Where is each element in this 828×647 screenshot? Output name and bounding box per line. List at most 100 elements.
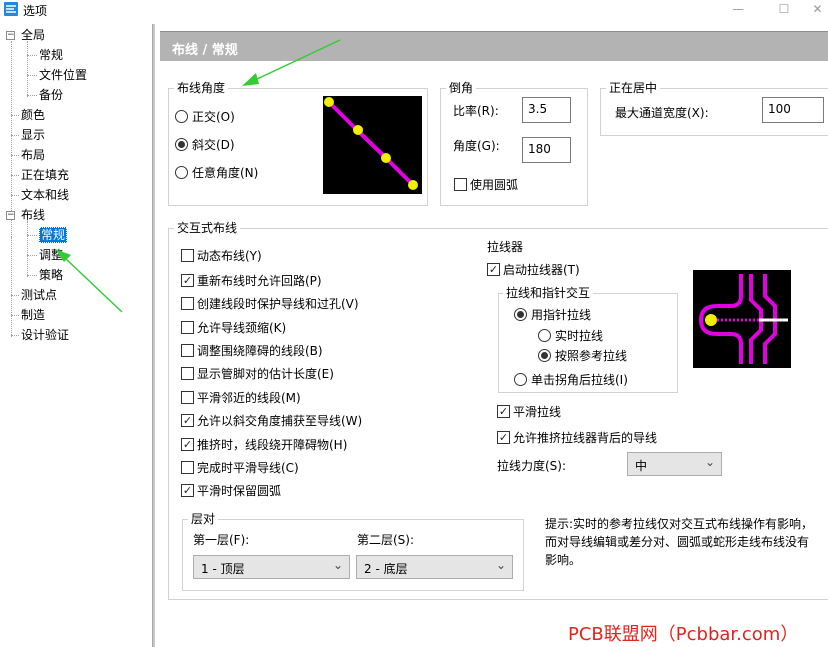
use-arc-checkbox[interactable] (454, 178, 467, 191)
tree-item-routing-general[interactable]: 常规 (39, 227, 68, 243)
rubberband-title: 拉线器 (487, 240, 524, 254)
reference-radio[interactable] (538, 349, 551, 362)
routing-angle-preview (323, 96, 422, 194)
allow-neckdown-checkbox[interactable] (181, 321, 194, 334)
strength-label: 拉线力度(S): (497, 459, 567, 473)
tree-item-global-general[interactable]: 常规 (39, 47, 63, 63)
use-arc-label[interactable]: 使用圆弧 (470, 178, 518, 192)
any-angle-radio[interactable] (175, 166, 188, 179)
tree-item-display[interactable]: 显示 (21, 127, 45, 143)
show-pin-length-checkbox[interactable] (181, 367, 194, 380)
routing-angle-title: 布线角度 (174, 81, 229, 95)
close-button[interactable]: ✕ (807, 0, 828, 20)
use-pointer-radio[interactable] (514, 308, 527, 321)
tree-item-colors[interactable]: 颜色 (21, 107, 45, 123)
enable-rubberband-label[interactable]: 启动拉线器(T) (503, 263, 580, 277)
allow-push-behind-label[interactable]: 允许推挤拉线器背后的导线 (513, 431, 657, 445)
smooth-on-complete-label[interactable]: 完成时平滑导线(C) (197, 461, 299, 475)
title-bar (0, 0, 828, 20)
reference-label[interactable]: 按照参考拉线 (555, 349, 627, 363)
tree-item-file-locations[interactable]: 文件位置 (39, 67, 87, 83)
first-layer-label: 第一层(F): (193, 533, 250, 547)
adjust-obstacles-label[interactable]: 调整围绕障碍的线段(B) (197, 344, 323, 358)
allow-loops-label[interactable]: 重新布线时允许回路(P) (197, 274, 322, 288)
chevron-down-icon: ⌄ (332, 558, 343, 572)
max-channel-input[interactable]: 100 (762, 97, 824, 123)
show-pin-length-label[interactable]: 显示管脚对的估计长度(E) (197, 367, 334, 381)
second-layer-label: 第二层(S): (357, 533, 415, 547)
window-title: 选项 (23, 4, 48, 18)
interactive-routing-title: 交互式布线 (174, 221, 241, 235)
use-pointer-label[interactable]: 用指针拉线 (531, 308, 591, 322)
first-layer-value: 1 - 顶层 (201, 562, 245, 576)
angle-input[interactable]: 180 (522, 137, 571, 163)
dynamic-routing-label[interactable]: 动态布线(Y) (197, 249, 262, 263)
tree-item-global[interactable]: 全局 (21, 27, 45, 43)
push-around-checkbox[interactable]: ✓ (181, 438, 194, 451)
diagonal-snap-checkbox[interactable]: ✓ (181, 414, 194, 427)
tree-item-adjust[interactable]: 调整 (39, 247, 63, 263)
angle-label: 角度(G): (453, 139, 500, 153)
allow-neckdown-label[interactable]: 允许导线颈缩(K) (197, 321, 286, 335)
keep-arcs-label[interactable]: 平滑时保留圆弧 (197, 484, 281, 498)
push-around-label[interactable]: 推挤时，线段绕开障碍物(H) (197, 438, 347, 452)
hint-text: 提示:实时的参考拉线仅对交互式布线操作有影响，而对导线编辑或差分对、圆弧或蛇形走… (545, 517, 814, 567)
tree-item-pour[interactable]: 正在填充 (21, 167, 69, 183)
tree-item-backup[interactable]: 备份 (39, 87, 63, 103)
miter-title: 倒角 (446, 81, 477, 95)
centering-title: 正在居中 (606, 81, 661, 95)
strength-value: 中 (635, 459, 648, 473)
smooth-adjacent-checkbox[interactable] (181, 391, 194, 404)
second-layer-value: 2 - 底层 (364, 562, 408, 576)
expand-routing-icon[interactable]: − (6, 211, 15, 220)
minimize-button[interactable]: — (715, 0, 761, 20)
smooth-adjacent-label[interactable]: 平滑邻近的线段(M) (197, 391, 301, 405)
tree-item-routing[interactable]: 布线 (21, 207, 45, 223)
smooth-on-complete-checkbox[interactable] (181, 461, 194, 474)
strength-select[interactable]: 中 ⌄ (627, 452, 722, 476)
realtime-label[interactable]: 实时拉线 (555, 329, 603, 343)
options-tree[interactable]: − 全局 常规 文件位置 备份 颜色 显示 布局 正在填充 文本和线 − 布线 … (0, 24, 152, 647)
page-header (160, 31, 828, 61)
tree-item-layout[interactable]: 布局 (21, 147, 45, 163)
chevron-down-icon: ⌄ (704, 455, 715, 469)
tree-item-manufacturing[interactable]: 制造 (21, 307, 45, 323)
rubberband-preview (693, 270, 791, 368)
diagonal-radio[interactable] (175, 138, 188, 151)
diagonal-label[interactable]: 斜交(D) (192, 138, 235, 152)
enable-rubberband-checkbox[interactable]: ✓ (487, 263, 500, 276)
realtime-radio[interactable] (538, 329, 551, 342)
protect-traces-label[interactable]: 创建线段时保护导线和过孔(V) (197, 297, 359, 311)
smooth-rubberband-checkbox[interactable]: ✓ (497, 405, 510, 418)
tree-item-design-verification[interactable]: 设计验证 (21, 327, 69, 343)
first-layer-select[interactable]: 1 - 顶层 ⌄ (193, 555, 350, 579)
splitter[interactable] (152, 24, 155, 647)
adjust-obstacles-checkbox[interactable] (181, 344, 194, 357)
dynamic-routing-checkbox[interactable] (181, 249, 194, 262)
tree-item-text-lines[interactable]: 文本和线 (21, 187, 69, 203)
pointer-interaction-title: 拉线和指针交互 (503, 286, 594, 300)
tree-item-test-points[interactable]: 测试点 (21, 287, 57, 303)
click-corner-label[interactable]: 单击拐角后拉线(I) (531, 373, 628, 387)
smooth-rubberband-label[interactable]: 平滑拉线 (513, 405, 561, 419)
watermark: PCB联盟网（Pcbbar.com） (568, 624, 799, 645)
orthogonal-radio[interactable] (175, 110, 188, 123)
expand-global-icon[interactable]: − (6, 31, 15, 40)
protect-traces-checkbox[interactable] (181, 297, 194, 310)
second-layer-select[interactable]: 2 - 底层 ⌄ (356, 555, 513, 579)
app-icon (4, 2, 18, 16)
layer-pair-title: 层对 (188, 512, 219, 526)
ratio-input[interactable]: 3.5 (522, 97, 571, 123)
page-title: 布线 / 常规 (172, 43, 238, 58)
keep-arcs-checkbox[interactable]: ✓ (181, 484, 194, 497)
ratio-label: 比率(R): (453, 104, 499, 118)
tree-item-strategy[interactable]: 策略 (39, 267, 63, 283)
any-angle-label[interactable]: 任意角度(N) (192, 166, 258, 180)
diagonal-snap-label[interactable]: 允许以斜交角度捕获至导线(W) (197, 414, 362, 428)
allow-loops-checkbox[interactable]: ✓ (181, 274, 194, 287)
orthogonal-label[interactable]: 正交(O) (192, 110, 235, 124)
allow-push-behind-checkbox[interactable]: ✓ (497, 431, 510, 444)
click-corner-radio[interactable] (514, 373, 527, 386)
maximize-button[interactable]: ☐ (761, 0, 807, 20)
max-channel-label: 最大通道宽度(X): (615, 106, 709, 120)
